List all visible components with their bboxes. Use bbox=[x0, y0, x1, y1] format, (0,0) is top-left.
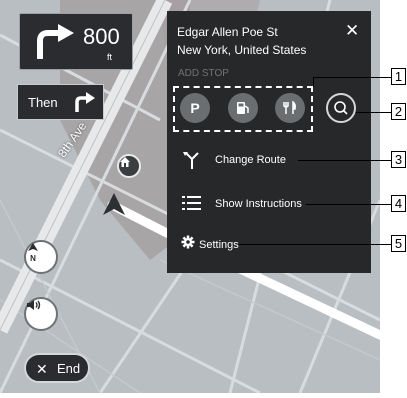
restaurant-stop-button[interactable] bbox=[275, 93, 305, 123]
change-route-icon bbox=[183, 152, 199, 169]
then-turn-right-icon bbox=[75, 92, 95, 112]
destination-panel: Edgar Allen Poe St New York, United Stat… bbox=[167, 11, 371, 273]
callout-leader-1-drop bbox=[313, 77, 314, 87]
speaker-icon bbox=[27, 300, 41, 310]
fuel-stop-button[interactable] bbox=[228, 93, 258, 123]
callout-1: 1 bbox=[391, 68, 406, 85]
compass-north-icon: N bbox=[28, 243, 38, 262]
settings-label: Settings bbox=[199, 239, 239, 251]
turn-distance-unit: ft bbox=[107, 52, 113, 62]
volume-button[interactable] bbox=[24, 297, 58, 331]
end-button-label: End bbox=[57, 361, 81, 376]
turn-right-arrow-icon bbox=[37, 24, 74, 59]
callout-4: 4 bbox=[391, 195, 406, 212]
callout-leader-4 bbox=[306, 204, 391, 205]
callout-leader-1 bbox=[313, 77, 391, 78]
callout-3: 3 bbox=[391, 151, 406, 168]
restaurant-icon bbox=[283, 100, 296, 114]
home-marker[interactable] bbox=[117, 154, 141, 178]
parking-stop-button[interactable]: P bbox=[180, 93, 210, 123]
fuel-icon bbox=[237, 102, 249, 114]
then-label: Then bbox=[28, 95, 58, 110]
close-panel-button[interactable]: ✕ bbox=[345, 21, 359, 41]
callout-leader-5 bbox=[239, 244, 391, 245]
close-icon: ✕ bbox=[36, 361, 48, 377]
search-stop-button[interactable] bbox=[326, 93, 356, 123]
end-navigation-button[interactable]: ✕ End bbox=[24, 353, 90, 383]
compass-button[interactable]: N bbox=[24, 240, 58, 274]
settings-item[interactable]: Settings bbox=[167, 233, 371, 257]
search-icon bbox=[334, 101, 348, 115]
destination-street: Edgar Allen Poe St bbox=[177, 25, 278, 39]
callout-leader-2 bbox=[356, 112, 391, 113]
show-instructions-label: Show Instructions bbox=[215, 198, 302, 210]
destination-city: New York, United States bbox=[177, 43, 307, 57]
list-icon bbox=[182, 196, 201, 210]
change-route-label: Change Route bbox=[215, 154, 286, 166]
gear-icon bbox=[181, 235, 195, 249]
next-turn-panel: 800 ft bbox=[19, 13, 133, 70]
svg-text:N: N bbox=[30, 254, 36, 262]
add-stop-label: ADD STOP bbox=[178, 68, 229, 79]
then-turn-panel: Then bbox=[17, 84, 104, 120]
parking-icon: P bbox=[190, 100, 200, 116]
home-icon bbox=[120, 157, 130, 167]
callout-2: 2 bbox=[391, 103, 406, 120]
callout-leader-3 bbox=[298, 160, 391, 161]
callout-5: 5 bbox=[391, 235, 406, 252]
turn-distance: 800 bbox=[83, 24, 120, 49]
